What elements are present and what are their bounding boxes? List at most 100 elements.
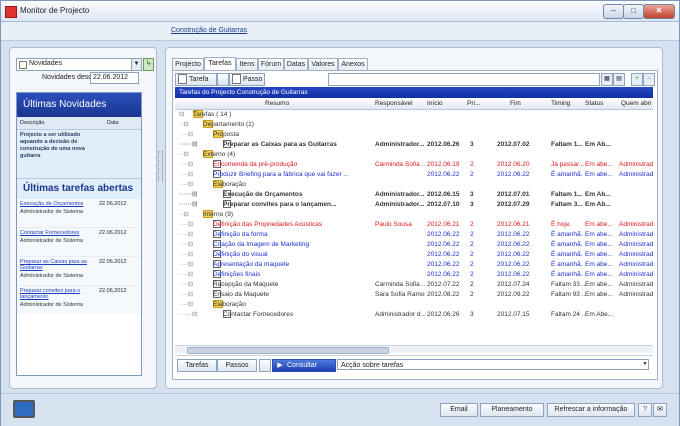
task-row[interactable]: ······⊟ Execução de Orçamentos Administrad…: [175, 190, 653, 199]
copy-icon[interactable]: [217, 73, 229, 86]
date-input[interactable]: 22.06.2012: [90, 72, 139, 84]
tree-group-row[interactable]: ··⊟ Externo (4): [175, 150, 653, 159]
tree-expander-icon[interactable]: ····⊟: [179, 180, 209, 189]
task-row[interactable]: ······⊟ Preparar convites para o lançamen…: [175, 200, 653, 209]
tree-expander-icon[interactable]: ····⊟: [179, 300, 209, 309]
task-link[interactable]: Preparar as Caixas para as Guitarras: [20, 259, 94, 271]
task-item[interactable]: Execução de Orçamentos Administrador de …: [17, 198, 141, 227]
action-select[interactable]: Acção sobre tarefas: [337, 359, 649, 370]
tab-valores[interactable]: Valores: [308, 58, 338, 70]
tree-group-row[interactable]: ····⊟ Elaboração: [175, 180, 653, 189]
tab-datas[interactable]: Datas: [284, 58, 308, 70]
news-title: Últimas Novidades: [17, 93, 141, 117]
cell-fim: 2012.06.22: [497, 271, 530, 278]
tree-expander-icon[interactable]: ····⊟: [179, 270, 209, 279]
settings-icon[interactable]: ✉: [653, 403, 667, 417]
tab-tarefas[interactable]: Tarefas: [204, 57, 236, 70]
tree-expander-icon[interactable]: ····⊟: [179, 280, 209, 289]
col-quem-abriu[interactable]: Quem abri: [621, 100, 651, 107]
tree-expander-icon[interactable]: ⊟: [179, 110, 189, 119]
row-summary: Criação da Imagem de Marketing: [213, 240, 373, 249]
task-row[interactable]: ····⊟ Criação da Imagem de Marketing 2012.…: [175, 240, 653, 249]
filter-input[interactable]: [328, 73, 600, 86]
tree-expander-icon[interactable]: ····⊟: [179, 240, 209, 249]
panel-splitter[interactable]: [158, 151, 163, 181]
col-fim[interactable]: Fim: [510, 100, 521, 107]
tab-anexos[interactable]: Anexos: [338, 58, 368, 70]
tree-expander-icon[interactable]: ····⊟: [179, 260, 209, 269]
task-row[interactable]: ····⊟ Encomenda da pré-produção Carminda S…: [175, 160, 653, 169]
checkbox-icon[interactable]: [259, 359, 271, 372]
col-inicio[interactable]: Início: [427, 100, 443, 107]
horizontal-scrollbar[interactable]: [175, 345, 653, 354]
grid-view-icon[interactable]: ▦: [601, 73, 613, 86]
tree-expander-icon[interactable]: ··⊟: [179, 120, 199, 129]
tree-group-row[interactable]: ····⊟ Proposta: [175, 130, 653, 139]
tab-projecto[interactable]: Projecto: [172, 58, 204, 70]
maximize-button[interactable]: □: [623, 4, 644, 19]
new-step-button[interactable]: Passo: [229, 73, 265, 86]
task-row[interactable]: ······⊟ Preparar as Caixas para as Guitar…: [175, 140, 653, 149]
news-item[interactable]: Projecto a ser utilizado aquando a decis…: [17, 130, 141, 178]
view-select[interactable]: Novidades ▼: [16, 58, 142, 71]
go-button[interactable]: ↳: [143, 58, 154, 71]
minimize-button[interactable]: –: [603, 4, 624, 19]
task-row[interactable]: ····⊟ Definições finais 2012.06.22 2 2012.06…: [175, 270, 653, 279]
chevron-down-icon[interactable]: ▼: [641, 359, 649, 370]
task-row[interactable]: ····⊟ Ensaio da Maquete Sara Sofia Ramos 20…: [175, 290, 653, 299]
task-link[interactable]: Contactar Fornecedores: [20, 230, 94, 236]
task-link[interactable]: Preparar convites para o lançamento: [20, 288, 94, 300]
scrollbar-thumb[interactable]: [187, 347, 389, 354]
export-icon[interactable]: ▤: [613, 73, 625, 86]
col-timing[interactable]: Timing: [551, 100, 570, 107]
task-row[interactable]: ····⊟ Definição das Propriedades Acústica…: [175, 220, 653, 229]
tree-expander-icon[interactable]: ····⊟: [179, 160, 209, 169]
tree-expander-icon[interactable]: ······⊟: [179, 140, 219, 149]
task-row[interactable]: ····⊟ Recepção da Maquete Carminda Sofia .…: [175, 280, 653, 289]
row-summary-text: Definição do visual: [213, 251, 268, 258]
email-button[interactable]: Email: [440, 403, 478, 417]
task-item[interactable]: Contactar Fornecedores Administrador de …: [17, 227, 141, 256]
tree-expander-icon[interactable]: ····⊟: [179, 220, 209, 229]
col-responsavel[interactable]: Responsável: [375, 100, 413, 107]
new-task-button[interactable]: Tarefa: [175, 73, 217, 86]
task-row[interactable]: ······⊟ Contactar Fornecedores Administrad…: [175, 310, 653, 319]
col-prioridade[interactable]: Pri...: [467, 100, 480, 107]
consultar-button[interactable]: ▶ Consultar: [272, 359, 336, 372]
project-link[interactable]: Construção de Guitarras: [171, 27, 247, 34]
task-row[interactable]: ····⊟ Definição do visual 2012.06.22 2 2012.…: [175, 250, 653, 259]
tree-expander-icon[interactable]: ······⊟: [179, 190, 219, 199]
col-status[interactable]: Status: [585, 100, 603, 107]
tarefas-button[interactable]: Tarefas: [177, 359, 217, 372]
tree-group-row[interactable]: ⊟ Tarefas ( 14 ): [175, 110, 653, 119]
chevron-down-icon[interactable]: ▼: [131, 59, 141, 70]
task-row[interactable]: ····⊟ Produzir Briefing para a fábrica qu…: [175, 170, 653, 179]
close-button[interactable]: ✕: [643, 4, 675, 19]
passos-button[interactable]: Passos: [217, 359, 257, 372]
task-item[interactable]: Preparar convites para o lançamento Admi…: [17, 285, 141, 314]
tab-forum[interactable]: Fórum: [258, 58, 284, 70]
tree-expander-icon[interactable]: ····⊟: [179, 130, 209, 139]
tree-expander-icon[interactable]: ······⊟: [179, 200, 219, 209]
col-resumo[interactable]: Resumo: [265, 100, 289, 107]
tab-itens[interactable]: Itens: [236, 58, 258, 70]
task-item[interactable]: Preparar as Caixas para as Guitarras Adm…: [17, 256, 141, 285]
tree-expander-icon[interactable]: ····⊟: [179, 250, 209, 259]
tree-group-row[interactable]: ··⊟ Interno (9): [175, 210, 653, 219]
tree-group-row[interactable]: ····⊟ Elaboração: [175, 300, 653, 309]
collapse-icon[interactable]: −: [643, 73, 655, 86]
tree-expander-icon[interactable]: ····⊟: [179, 170, 209, 179]
tree-expander-icon[interactable]: ··⊟: [179, 150, 199, 159]
tree-expander-icon[interactable]: ····⊟: [179, 230, 209, 239]
tree-expander-icon[interactable]: ······⊟: [179, 310, 219, 319]
task-row[interactable]: ····⊟ Apresentação da maquete 2012.06.22 2 2…: [175, 260, 653, 269]
expand-icon[interactable]: +: [631, 73, 643, 86]
refresh-button[interactable]: Refrescar a informação: [547, 403, 635, 417]
task-row[interactable]: ····⊟ Definição da forma 2012.06.22 2 2012.0…: [175, 230, 653, 239]
help-icon[interactable]: ?: [638, 403, 652, 417]
task-link[interactable]: Execução de Orçamentos: [20, 201, 94, 207]
planeamento-button[interactable]: Planeamento: [480, 403, 544, 417]
tree-expander-icon[interactable]: ····⊟: [179, 290, 209, 299]
tree-expander-icon[interactable]: ··⊟: [179, 210, 199, 219]
tree-group-row[interactable]: ··⊟ Departamento (1): [175, 120, 653, 129]
